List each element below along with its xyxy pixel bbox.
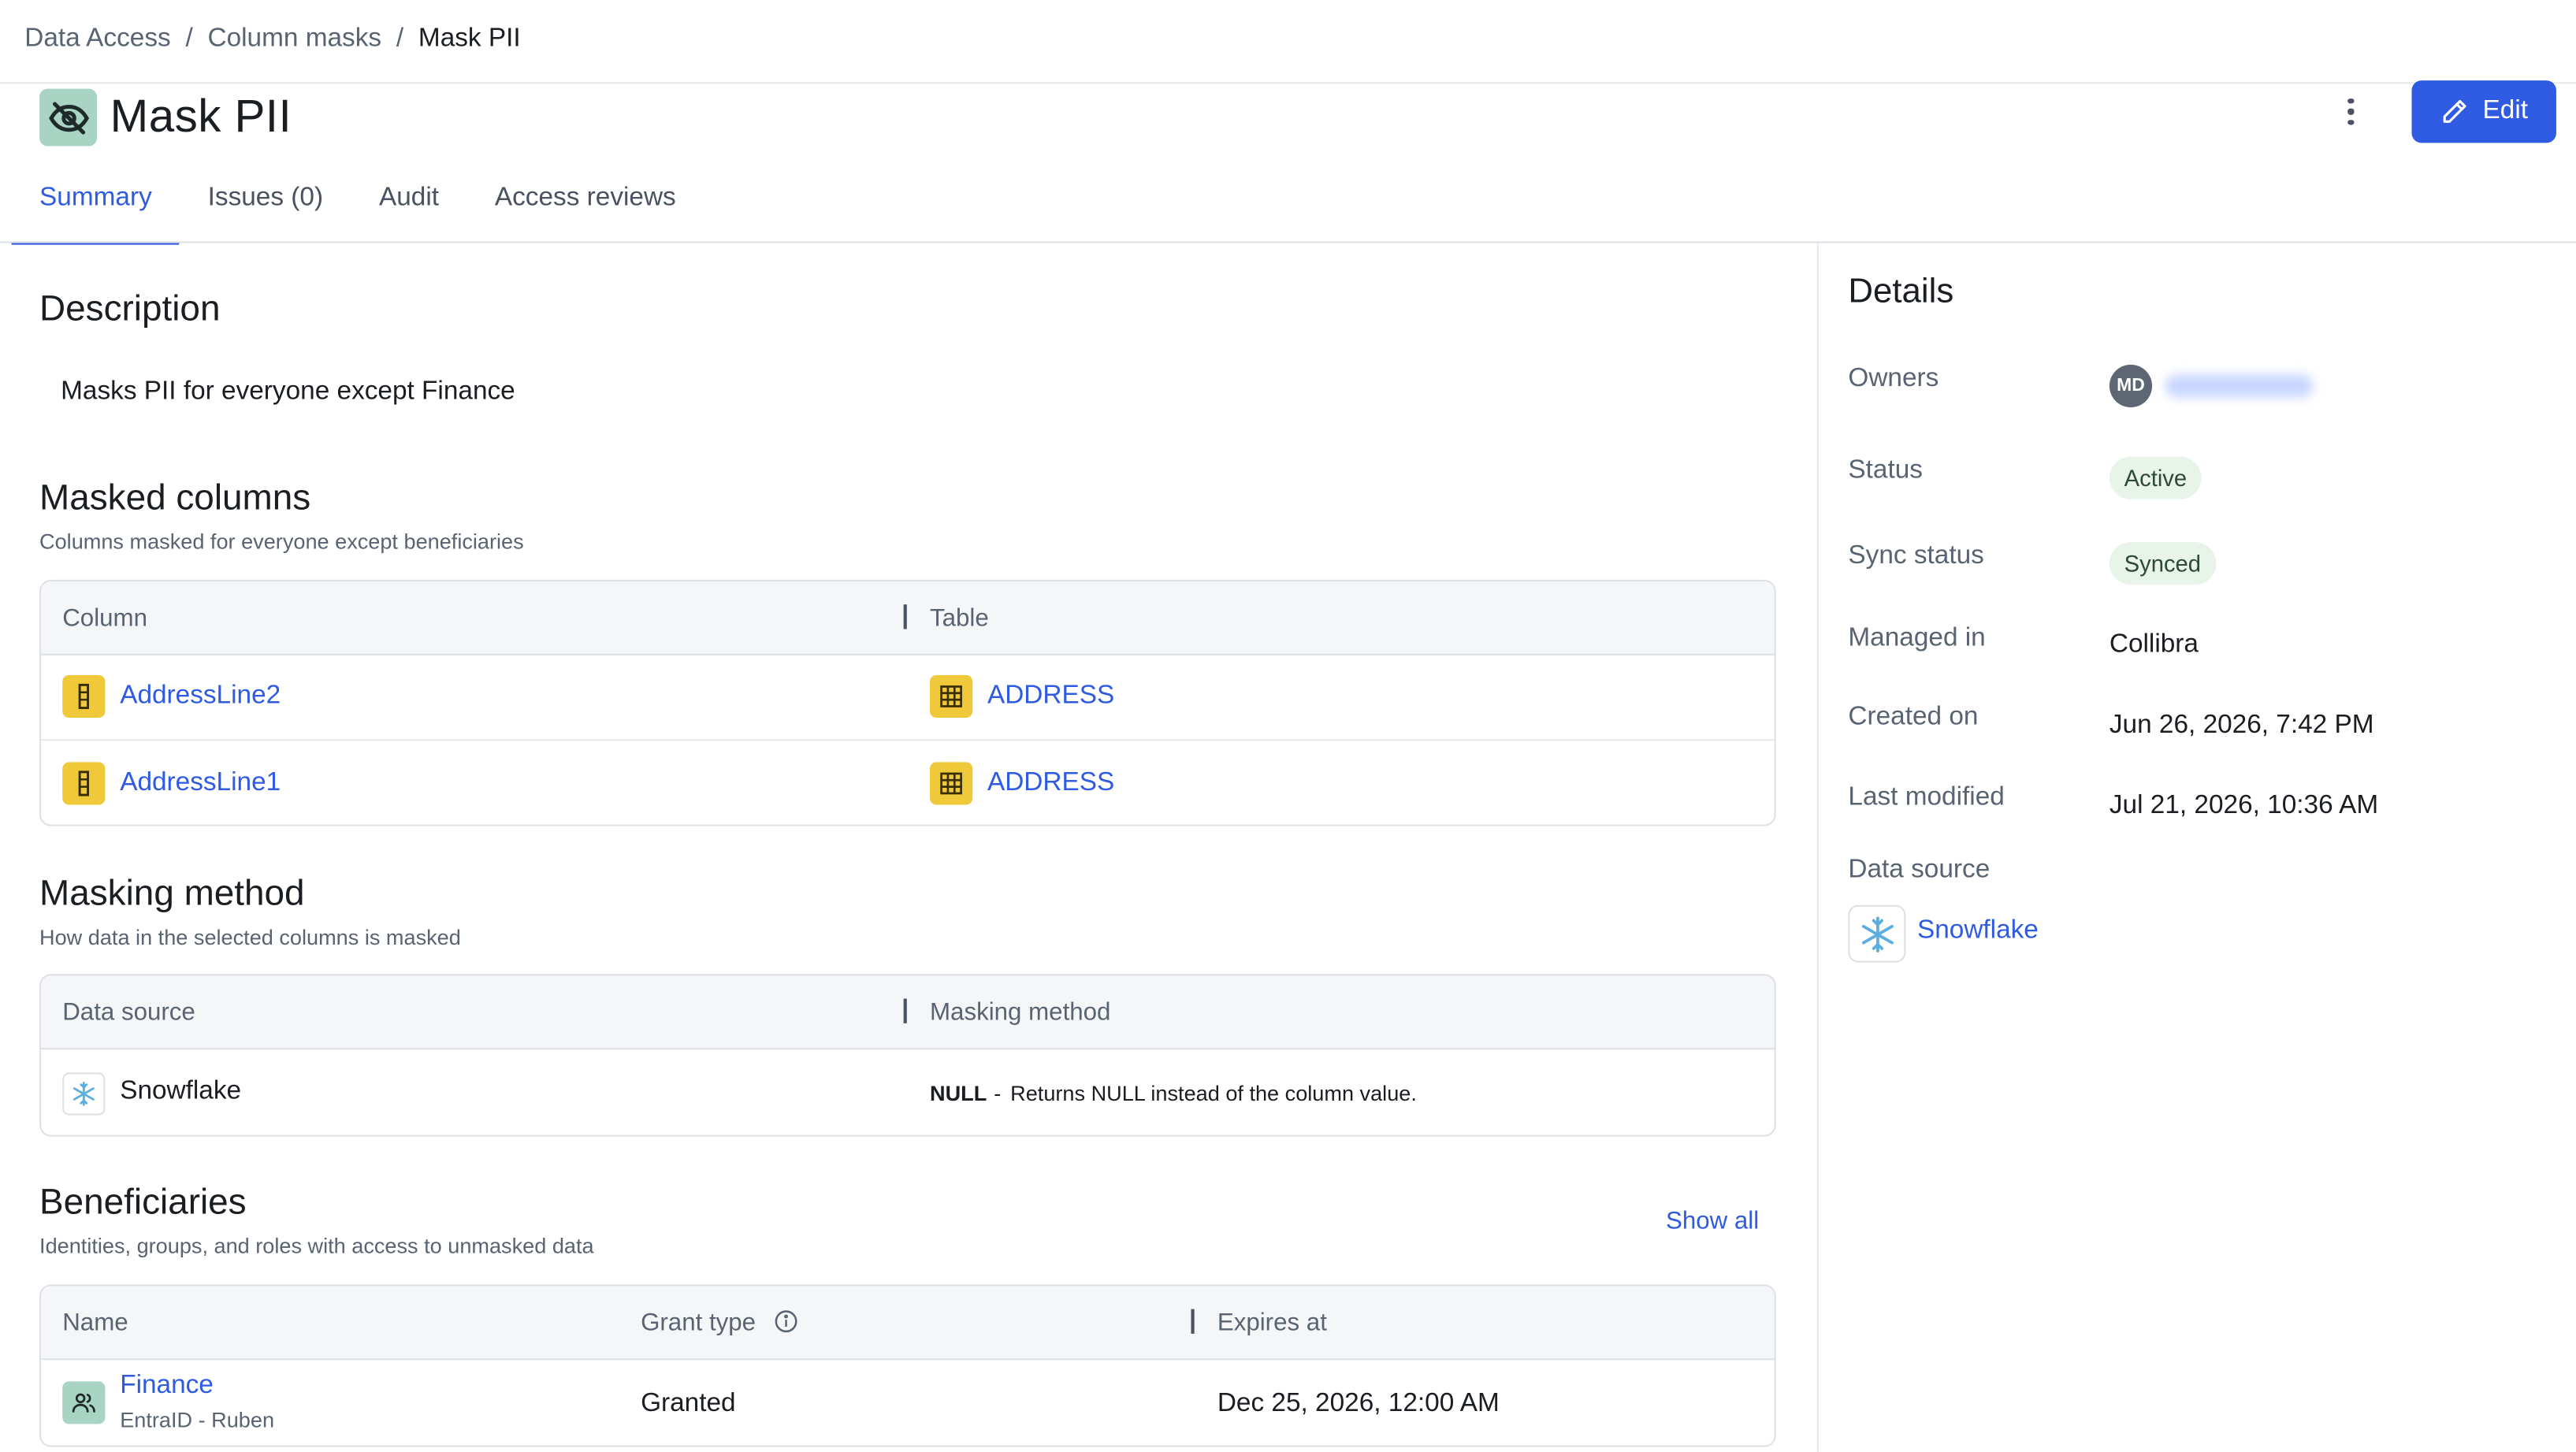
data-source-name: Snowflake xyxy=(120,1077,242,1106)
show-all-link[interactable]: Show all xyxy=(1666,1207,1759,1235)
breadcrumb-separator: / xyxy=(396,24,404,53)
edit-button-label: Edit xyxy=(2482,97,2529,125)
breadcrumb: Data Access / Column masks / Mask PII xyxy=(24,24,520,54)
column-header-masking-method: Masking method xyxy=(929,998,1111,1027)
column-resize-handle[interactable] xyxy=(903,998,906,1023)
beneficiaries-subtitle: Identities, groups, and roles with acces… xyxy=(39,1233,594,1258)
column-header-data-source: Data source xyxy=(62,998,195,1027)
table-link[interactable]: ADDRESS xyxy=(987,769,1114,799)
column-resize-handle[interactable] xyxy=(903,604,906,629)
description-text: Masks PII for everyone except Finance xyxy=(61,377,515,406)
status-badge: Active xyxy=(2109,456,2202,499)
breadcrumb-separator: / xyxy=(185,24,193,53)
column-icon xyxy=(62,762,106,805)
sync-status-label: Sync status xyxy=(1848,541,1984,570)
column-link[interactable]: AddressLine1 xyxy=(120,769,281,799)
details-heading: Details xyxy=(1848,273,1954,311)
beneficiaries-table: Name Grant type Expires at Finance Entra… xyxy=(39,1284,1776,1447)
last-modified-label: Last modified xyxy=(1848,783,2005,811)
details-divider xyxy=(1816,243,1819,1452)
kebab-menu-icon[interactable] xyxy=(2335,94,2368,130)
snowflake-icon xyxy=(1848,904,1906,963)
column-header-expires-at: Expires at xyxy=(1217,1309,1327,1338)
column-header-table: Table xyxy=(929,604,989,633)
page-root: Data Access / Column masks / Mask PII Ma… xyxy=(0,0,2576,1452)
avatar[interactable]: MD xyxy=(2109,364,2153,408)
description-heading: Description xyxy=(39,287,221,329)
expires-at-value: Dec 25, 2026, 12:00 AM xyxy=(1217,1389,1500,1418)
created-on-value: Jun 26, 2026, 7:42 PM xyxy=(2109,711,2374,740)
table-link[interactable]: ADDRESS xyxy=(987,681,1114,711)
breadcrumb-column-masks[interactable]: Column masks xyxy=(207,24,381,54)
table-icon xyxy=(929,674,973,719)
masking-method-subtitle: How data in the selected columns is mask… xyxy=(39,924,461,950)
table-row: Finance EntraID - Ruben Granted Dec 25, … xyxy=(41,1360,1774,1445)
eye-off-icon xyxy=(39,88,98,147)
masking-method-separator: - xyxy=(994,1080,1002,1106)
header-divider xyxy=(0,82,2576,84)
tab-issues[interactable]: Issues (0) xyxy=(180,171,351,242)
group-icon xyxy=(62,1381,106,1424)
table-row: AddressLine1 ADDRESS xyxy=(41,741,1774,824)
breadcrumb-current: Mask PII xyxy=(418,24,521,53)
beneficiary-name-link[interactable]: Finance xyxy=(120,1372,214,1402)
managed-in-label: Managed in xyxy=(1848,624,1986,652)
grant-type-value: Granted xyxy=(641,1389,736,1418)
table-header: Column Table xyxy=(41,581,1775,655)
column-header-column: Column xyxy=(62,604,147,633)
owner-name-redacted[interactable] xyxy=(2165,374,2314,398)
status-label: Status xyxy=(1848,456,1923,485)
data-source-label: Data source xyxy=(1848,856,1991,884)
tabs-divider xyxy=(0,241,2576,243)
column-header-name: Name xyxy=(62,1309,128,1338)
column-icon xyxy=(62,674,106,719)
data-source-link[interactable]: Snowflake xyxy=(1917,916,2039,946)
table-row: AddressLine2 ADDRESS xyxy=(41,655,1775,741)
column-link[interactable]: AddressLine2 xyxy=(120,681,281,711)
beneficiaries-heading: Beneficiaries xyxy=(39,1180,247,1223)
column-resize-handle[interactable] xyxy=(1191,1309,1194,1334)
last-modified-value: Jul 21, 2026, 10:36 AM xyxy=(2109,791,2379,820)
table-header: Name Grant type Expires at xyxy=(41,1286,1775,1361)
table-row: Snowflake NULL - Returns NULL instead of… xyxy=(41,1049,1774,1134)
owners-label: Owners xyxy=(1848,364,1939,393)
snowflake-icon xyxy=(62,1072,106,1116)
masking-method-table: Data source Masking method Snowflake NUL… xyxy=(39,974,1776,1137)
masked-columns-subtitle: Columns masked for everyone except benef… xyxy=(39,529,524,554)
edit-button[interactable]: Edit xyxy=(2411,80,2556,143)
masking-method-code: NULL xyxy=(929,1080,987,1106)
page-title: Mask PII xyxy=(110,90,292,142)
column-header-grant-type: Grant type xyxy=(641,1309,756,1338)
sync-status-badge: Synced xyxy=(2109,541,2216,585)
created-on-label: Created on xyxy=(1848,703,1979,731)
masked-columns-table: Column Table AddressLine2 ADDRESS Addres… xyxy=(39,579,1776,826)
managed-in-value: Collibra xyxy=(2109,630,2199,659)
masking-method-heading: Masking method xyxy=(39,872,305,914)
pencil-icon xyxy=(2444,99,2466,123)
tab-access-reviews[interactable]: Access reviews xyxy=(467,171,704,242)
masking-method-description: Returns NULL instead of the column value… xyxy=(1010,1080,1417,1106)
table-icon xyxy=(929,762,973,805)
tab-bar: Summary Issues (0) Audit Access reviews xyxy=(11,171,704,245)
table-header: Data source Masking method xyxy=(41,975,1775,1050)
tab-summary[interactable]: Summary xyxy=(11,171,180,245)
beneficiary-meta: EntraID - Ruben xyxy=(120,1407,275,1432)
info-icon[interactable] xyxy=(774,1309,798,1334)
tab-audit[interactable]: Audit xyxy=(351,171,467,242)
breadcrumb-data-access[interactable]: Data Access xyxy=(24,24,170,54)
masked-columns-heading: Masked columns xyxy=(39,476,311,518)
